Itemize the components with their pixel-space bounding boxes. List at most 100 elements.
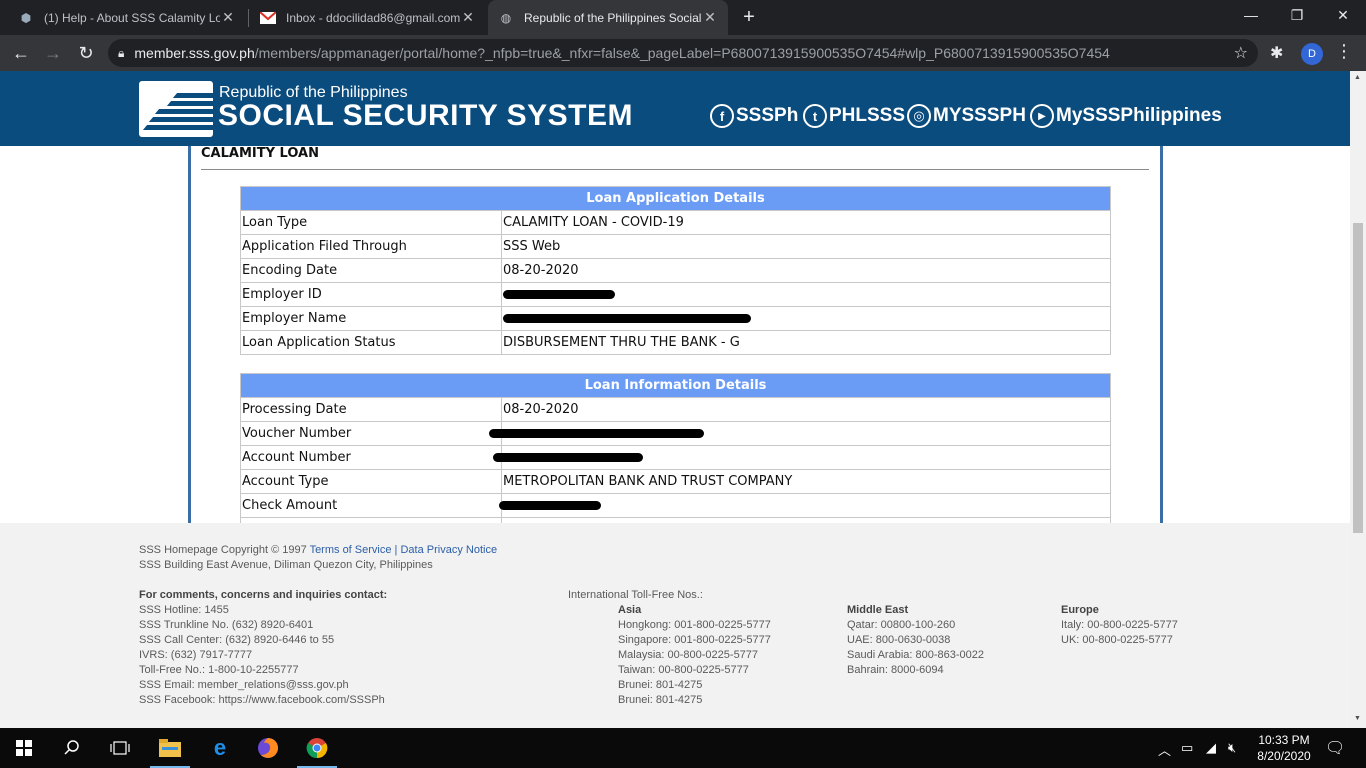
back-button[interactable]: ← — [8, 40, 34, 66]
url-path: /members/appmanager/portal/home?_nfpb=tr… — [254, 45, 1110, 61]
tab-sss-help[interactable]: ⬢ (1) Help - About SSS Calamity Lo ✕ — [8, 0, 246, 35]
globe-icon: ◍ — [500, 10, 512, 25]
table-row: Loan Application Status DISBURSEMENT THR… — [240, 330, 1111, 355]
twitter-icon: t — [803, 104, 827, 128]
chrome-icon[interactable] — [305, 736, 329, 760]
social-facebook[interactable]: f SSSPh — [710, 104, 798, 128]
row-label: Account Number — [240, 445, 502, 470]
europe-item: UK: 00-800-0225-5777 — [1061, 634, 1173, 646]
browser-toolbar: ← → ↻ 🔒︎ member.sss.gov.ph/members/appma… — [0, 35, 1366, 71]
volume-muted-icon[interactable]: 🔇︎ — [1228, 740, 1236, 756]
copyright-text: SSS Homepage Copyright © 1997 — [139, 544, 307, 556]
terms-link[interactable]: Terms of Service — [310, 544, 392, 556]
tab-separator — [248, 9, 249, 27]
system-clock[interactable]: 10:33 PM 8/20/2020 — [1252, 732, 1316, 764]
tab-sss-portal[interactable]: ◍ Republic of the Philippines Social ✕ — [488, 0, 728, 35]
page-title: CALAMITY LOAN — [201, 146, 319, 161]
social-twitter[interactable]: t PHLSSS — [803, 104, 905, 128]
page-viewport: Republic of the Philippines SOCIAL SECUR… — [0, 71, 1350, 728]
tray-chevron-up-icon[interactable]: ︿ — [1158, 740, 1171, 759]
scrollbar-thumb[interactable] — [1353, 223, 1363, 533]
close-icon[interactable]: ✕ — [702, 9, 718, 26]
row-value-redacted — [493, 445, 1111, 470]
row-value: SSS Web — [501, 234, 1111, 259]
row-value-redacted — [499, 493, 1111, 518]
browser-menu-icon[interactable]: ⋮ — [1335, 41, 1353, 62]
tab-label: Inbox - ddocilidad86@gmail.com — [286, 10, 460, 25]
bookmark-star-icon[interactable]: ☆ — [1234, 43, 1248, 63]
copyright-line: SSS Homepage Copyright © 1997 Terms of S… — [139, 544, 497, 556]
address-bar[interactable]: 🔒︎ member.sss.gov.ph/members/appmanager/… — [108, 39, 1258, 67]
tab-gmail-inbox[interactable]: Inbox - ddocilidad86@gmail.com ✕ — [250, 0, 486, 35]
forward-button[interactable]: → — [40, 40, 66, 66]
windows-taskbar: e ︿ ▭ ◢ 🔇︎ 10:33 PM 8/20/2020 🗨︎ — [0, 728, 1366, 768]
privacy-link[interactable]: Data Privacy Notice — [400, 544, 497, 556]
profile-avatar[interactable]: D — [1301, 43, 1323, 65]
sss-logo — [139, 81, 213, 137]
contact-item: SSS Hotline: 1455 — [139, 604, 229, 616]
table-row: Check Amount — [240, 493, 1111, 518]
sss-header-banner: Republic of the Philippines SOCIAL SECUR… — [0, 71, 1350, 146]
redaction-mark — [503, 314, 751, 323]
search-icon[interactable] — [60, 736, 84, 760]
row-label: Processing Date — [240, 397, 502, 422]
redaction-mark — [489, 429, 704, 438]
edge-icon[interactable]: e — [208, 735, 232, 760]
row-label: Voucher Number — [240, 421, 502, 446]
windows-start-icon[interactable] — [12, 736, 36, 760]
wifi-icon[interactable]: ◢ — [1206, 740, 1216, 756]
page-scrollbar[interactable]: ▲ ▼ — [1350, 71, 1366, 728]
middle-east-item: UAE: 800-0630-0038 — [847, 634, 951, 646]
notifications-icon[interactable]: 🗨︎ — [1325, 738, 1345, 758]
address-text: SSS Building East Avenue, Diliman Quezon… — [139, 559, 433, 571]
url-host: member.sss.gov.ph — [134, 45, 255, 61]
row-value: 08-20-2020 — [501, 258, 1111, 283]
contact-item: SSS Email: member_relations@sss.gov.ph — [139, 679, 349, 691]
close-icon[interactable]: ✕ — [460, 9, 476, 26]
instagram-icon: ◎ — [907, 104, 931, 128]
table-row: Employer ID — [240, 282, 1111, 307]
contact-item: SSS Call Center: (632) 8920-6446 to 55 — [139, 634, 335, 646]
title-divider — [201, 169, 1149, 170]
redaction-mark — [499, 501, 601, 510]
row-value: 08-20-2020 — [501, 397, 1111, 422]
header-title: SOCIAL SECURITY SYSTEM — [218, 99, 633, 132]
social-label: PHLSSS — [829, 105, 906, 126]
redaction-mark — [503, 290, 615, 299]
asia-item: Brunei: 801-4275 — [618, 679, 703, 691]
europe-item: Italy: 00-800-0225-5777 — [1061, 619, 1178, 631]
social-instagram[interactable]: ◎ MYSSSPH — [907, 104, 1026, 128]
firefox-icon[interactable] — [256, 736, 280, 760]
table-row: Employer Name — [240, 306, 1111, 331]
table-heading: Loan Application Details — [240, 186, 1111, 211]
file-explorer-icon[interactable] — [158, 736, 182, 760]
scroll-down-arrow-icon[interactable]: ▼ — [1354, 715, 1361, 722]
gmail-icon — [260, 10, 276, 26]
social-youtube[interactable]: ▶ MySSSPhilippines — [1030, 104, 1222, 128]
close-window-button[interactable]: ✕ — [1320, 0, 1366, 30]
minimize-button[interactable]: — — [1228, 0, 1274, 30]
asia-item: Taiwan: 00-800-0225-5777 — [618, 664, 749, 676]
intl-heading: International Toll-Free Nos.: — [568, 589, 703, 601]
row-value: CALAMITY LOAN - COVID-19 — [501, 210, 1111, 235]
reload-button[interactable]: ↻ — [73, 40, 99, 66]
row-label: Employer Name — [240, 306, 502, 331]
row-value: DISBURSEMENT THRU THE BANK - G — [501, 330, 1111, 355]
new-tab-button[interactable]: + — [737, 5, 761, 29]
row-label: Encoding Date — [240, 258, 502, 283]
table-row: Voucher Number — [240, 421, 1111, 446]
extensions-puzzle-icon[interactable]: ✱ — [1270, 43, 1283, 63]
battery-icon[interactable]: ▭ — [1181, 740, 1193, 756]
row-label: Account Type — [240, 469, 502, 494]
loan-application-table: Loan Application Details Loan Type CALAM… — [240, 186, 1111, 355]
clock-date: 8/20/2020 — [1257, 749, 1311, 763]
task-view-icon[interactable] — [108, 736, 132, 760]
lock-icon: 🔒︎ — [118, 45, 125, 60]
asia-item: Singapore: 001-800-0225-5777 — [618, 634, 771, 646]
contact-item: IVRS: (632) 7917-7777 — [139, 649, 253, 661]
row-value-redacted — [501, 282, 1111, 307]
restore-button[interactable]: ❐ — [1274, 0, 1320, 30]
social-label: SSSPh — [736, 105, 799, 126]
close-icon[interactable]: ✕ — [220, 9, 236, 26]
scroll-up-arrow-icon[interactable]: ▲ — [1354, 74, 1361, 81]
